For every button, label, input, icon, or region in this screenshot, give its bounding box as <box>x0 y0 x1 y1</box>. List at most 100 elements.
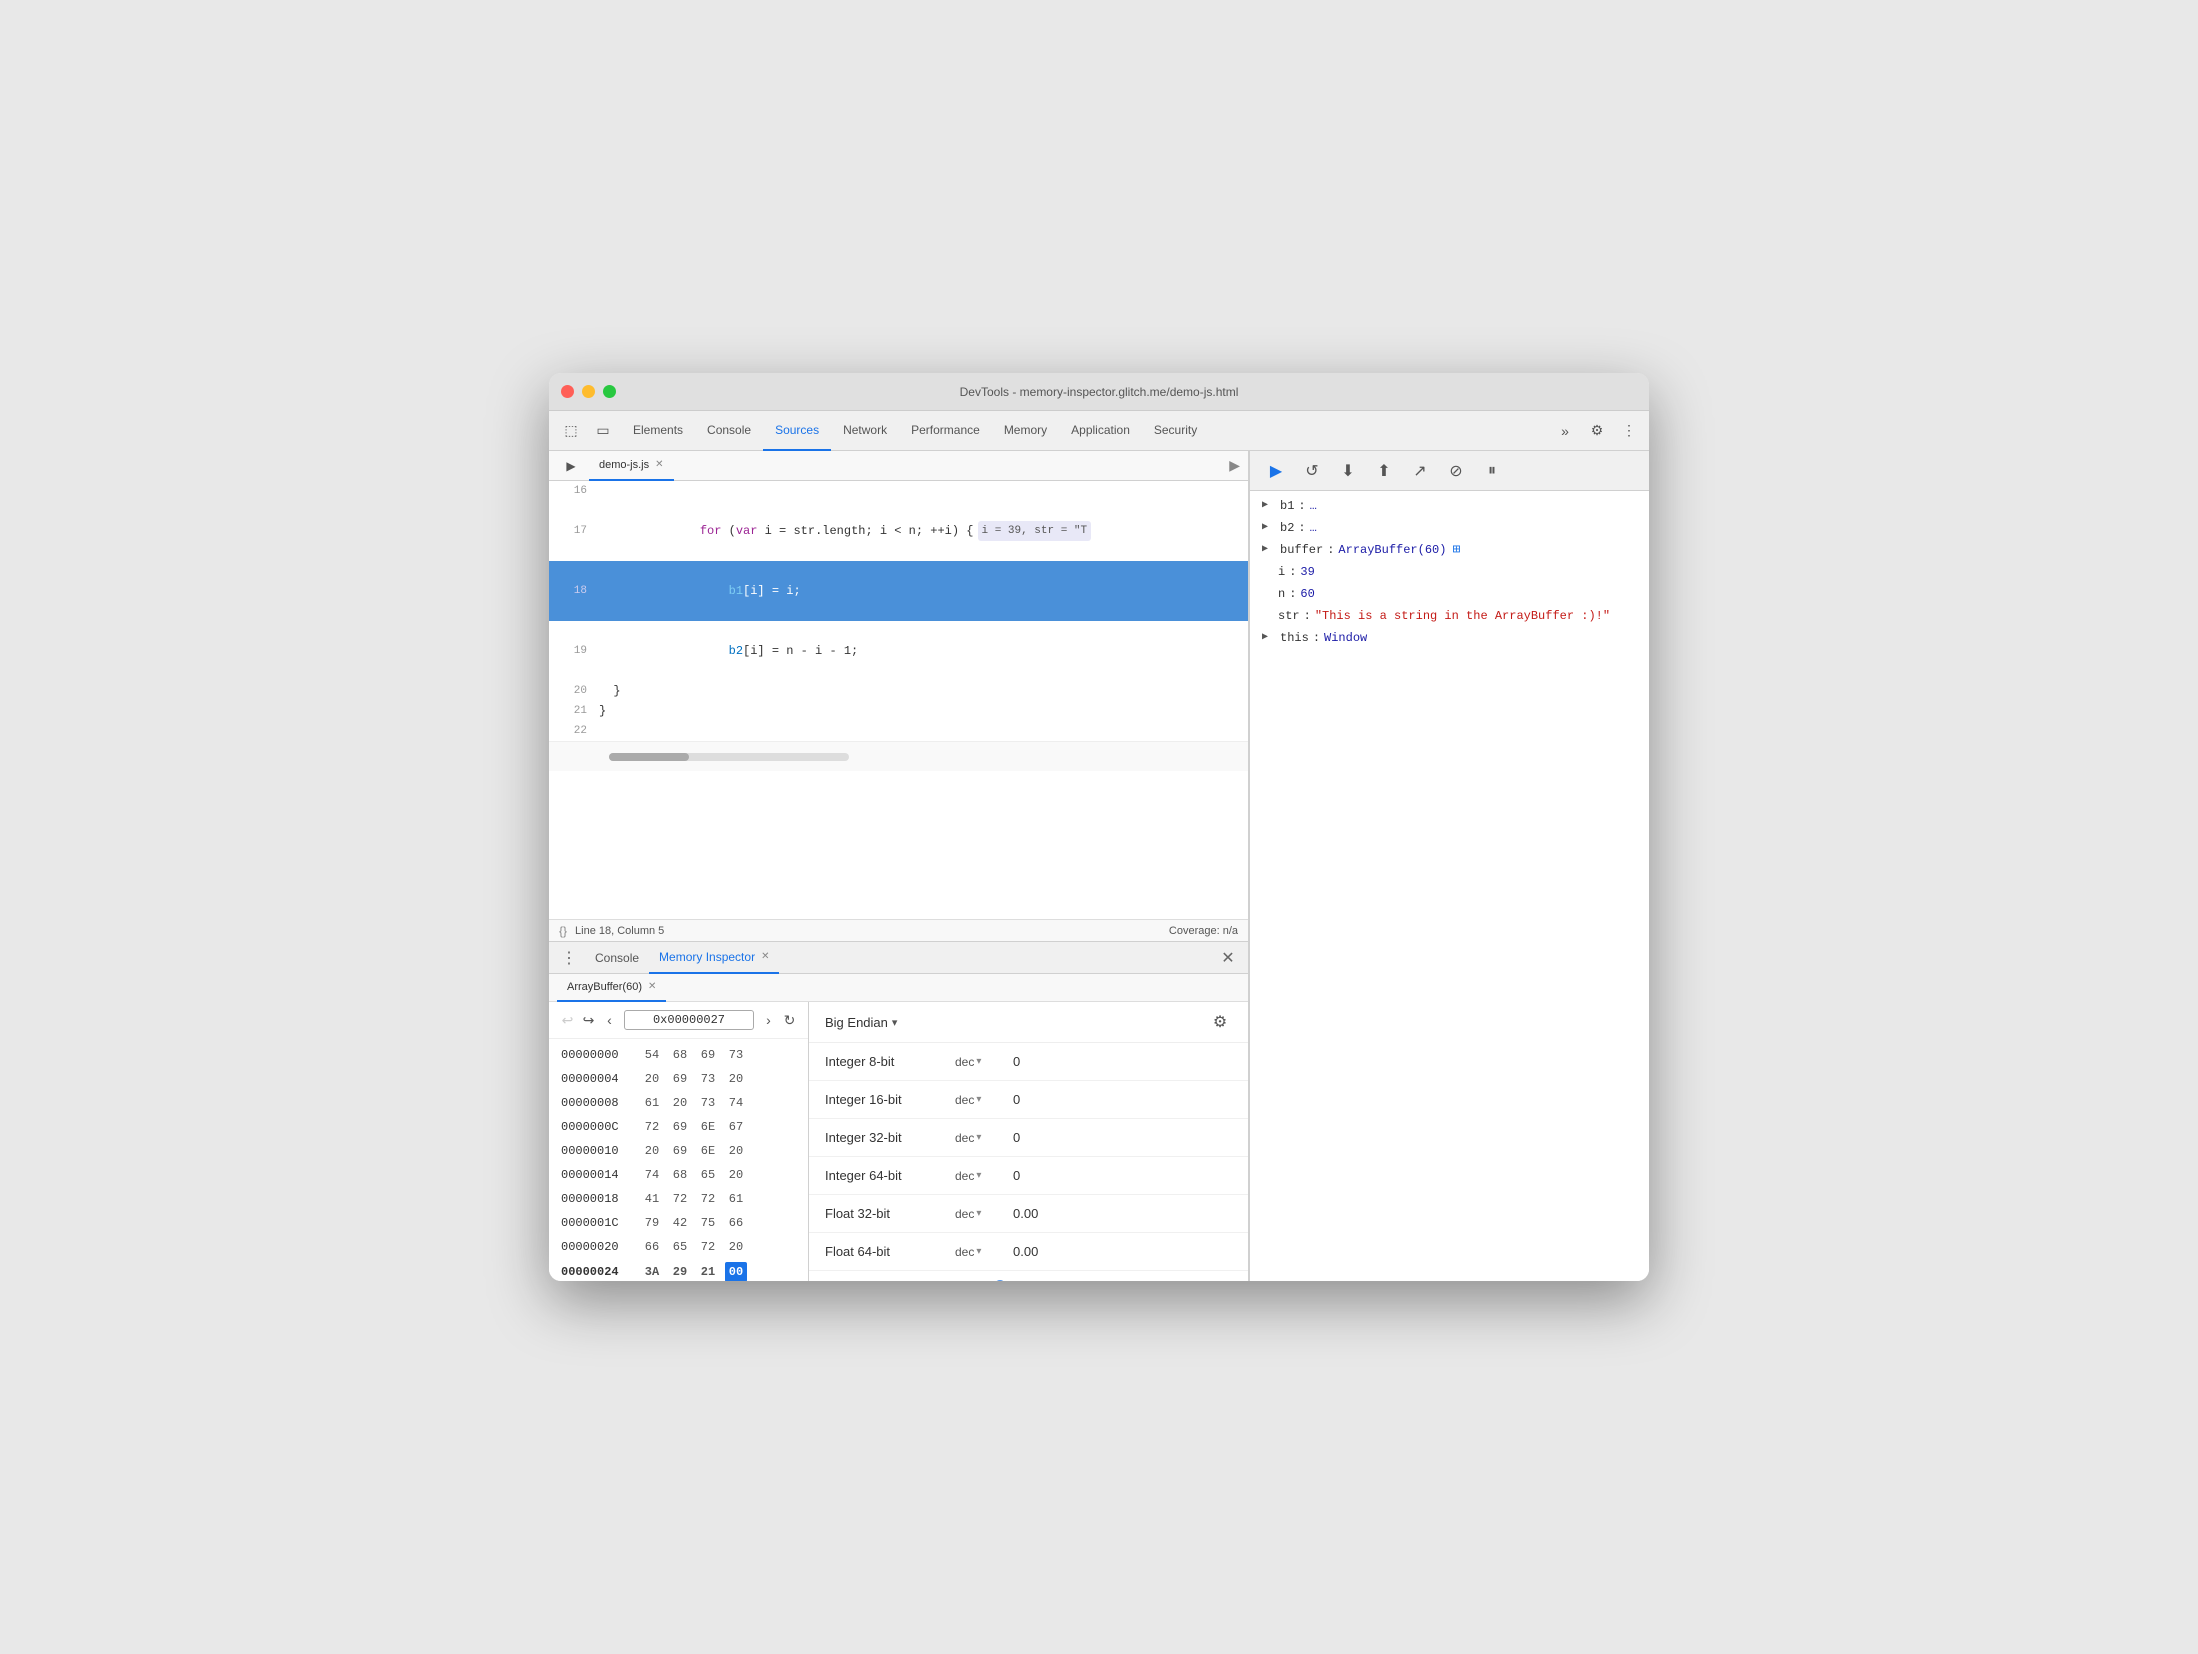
menu-icon[interactable]: ⋮ <box>1617 419 1641 443</box>
memory-inspector-tab-close[interactable]: ✕ <box>761 951 769 962</box>
memory-buffer-tabs: ArrayBuffer(60) ✕ <box>549 974 1248 1002</box>
right-panel: ▶ ↺ ⬇ ⬆ ↗ ⊘ ⏸ ▶ b1 : … <box>1249 451 1649 1281</box>
cursor-icon[interactable]: ⬚ <box>557 417 585 445</box>
var-arrow-buffer: ▶ <box>1262 539 1276 561</box>
hex-row-24: 00000024 3A 29 21 00 : <box>549 1259 808 1281</box>
code-line-22: 22 <box>549 721 1248 741</box>
var-arrow-b1: ▶ <box>1262 495 1276 517</box>
hex-row-8: 00000008 61 20 73 74 a <box>549 1091 808 1115</box>
hex-row-10: 00000010 20 69 6E 20 <box>549 1139 808 1163</box>
hex-refresh-btn[interactable]: ↻ <box>783 1008 796 1032</box>
endian-select[interactable]: Big Endian ▾ <box>825 1015 897 1030</box>
main-area: ▶ demo-js.js ✕ ▶ 16 <box>549 451 1649 1281</box>
mi-format-int32[interactable]: dec ▾ <box>955 1131 1005 1145</box>
code-line-18: 18 b1[i] = i; <box>549 561 1248 621</box>
source-tab-more-icon[interactable]: ▶ <box>1229 457 1240 474</box>
mi-values: Integer 8-bit dec ▾ 0 <box>809 1043 1248 1281</box>
tab-memory-inspector-bottom[interactable]: Memory Inspector ✕ <box>649 942 779 974</box>
tab-elements[interactable]: Elements <box>621 411 695 451</box>
mi-settings-icon[interactable]: ⚙ <box>1208 1010 1232 1034</box>
buffer-memory-icon[interactable]: ⊞ <box>1452 539 1460 561</box>
mi-row-float32: Float 32-bit dec ▾ 0.00 <box>809 1195 1248 1233</box>
tab-security[interactable]: Security <box>1142 411 1209 451</box>
tab-memory[interactable]: Memory <box>992 411 1059 451</box>
code-line-21: 21 } <box>549 701 1248 721</box>
title-bar: DevTools - memory-inspector.glitch.me/de… <box>549 373 1649 411</box>
var-row-n[interactable]: n : 60 <box>1250 583 1649 605</box>
var-row-str[interactable]: str : "This is a string in the ArrayBuff… <box>1250 605 1649 627</box>
maximize-button[interactable] <box>603 385 616 398</box>
tab-application[interactable]: Application <box>1059 411 1142 451</box>
mi-format-int8[interactable]: dec ▾ <box>955 1055 1005 1069</box>
top-nav: ⬚ ▭ Elements Console Sources Network Per… <box>549 411 1649 451</box>
tab-sources[interactable]: Sources <box>763 411 831 451</box>
source-tabs: ▶ demo-js.js ✕ ▶ <box>549 451 1248 481</box>
more-tabs-icon[interactable]: » <box>1553 419 1577 443</box>
mi-right-panel: Big Endian ▾ ⚙ Integer 8-bit <box>808 1002 1248 1281</box>
code-area: 16 17 for (var i = str.length; i < n; ++… <box>549 481 1248 919</box>
hex-next-btn[interactable]: › <box>762 1008 775 1032</box>
tab-console[interactable]: Console <box>695 411 763 451</box>
tab-performance[interactable]: Performance <box>899 411 992 451</box>
hex-row-4: 00000004 20 69 73 20 <box>549 1067 808 1091</box>
hex-panel: ↩ ↪ ‹ › ↻ <box>549 1002 808 1281</box>
debug-pause-btn[interactable]: ↺ <box>1298 457 1326 485</box>
hex-toolbar: ↩ ↪ ‹ › ↻ <box>549 1002 808 1039</box>
debug-step-into-btn[interactable]: ⬆ <box>1370 457 1398 485</box>
mi-row-ptr32: Pointer 32-bit 0x0 <box>809 1271 1248 1281</box>
mi-format-float32[interactable]: dec ▾ <box>955 1207 1005 1221</box>
hex-row-c: 0000000C 72 69 6E 67 r <box>549 1115 808 1139</box>
devtools-body: ⬚ ▭ Elements Console Sources Network Per… <box>549 411 1649 1281</box>
hex-prev-btn[interactable]: ‹ <box>603 1008 616 1032</box>
code-scrollbar-thumb[interactable] <box>609 753 689 761</box>
hex-rows: 00000000 54 68 69 73 T <box>549 1039 808 1281</box>
code-line-20: 20 } <box>549 681 1248 701</box>
mi-format-int16[interactable]: dec ▾ <box>955 1093 1005 1107</box>
buffer-tab-arraybuffer[interactable]: ArrayBuffer(60) ✕ <box>557 974 666 1002</box>
debug-deactivate-btn[interactable]: ⊘ <box>1442 457 1470 485</box>
code-line-17: 17 for (var i = str.length; i < n; ++i) … <box>549 501 1248 561</box>
hex-row-18: 00000018 41 72 72 61 A <box>549 1187 808 1211</box>
var-row-buffer[interactable]: ▶ buffer : ArrayBuffer(60) ⊞ <box>1250 539 1649 561</box>
hex-row-0: 00000000 54 68 69 73 T <box>549 1043 808 1067</box>
bottom-tabs: ⋮ Console Memory Inspector ✕ ✕ <box>549 942 1248 974</box>
mi-format-float64[interactable]: dec ▾ <box>955 1245 1005 1259</box>
device-icon[interactable]: ▭ <box>589 417 617 445</box>
left-panel: ▶ demo-js.js ✕ ▶ 16 <box>549 451 1249 1281</box>
source-tab-demo-js[interactable]: demo-js.js ✕ <box>589 451 674 481</box>
hex-back-btn[interactable]: ↩ <box>561 1008 574 1032</box>
window-title: DevTools - memory-inspector.glitch.me/de… <box>960 385 1239 399</box>
settings-icon[interactable]: ⚙ <box>1585 419 1609 443</box>
bottom-tab-menu[interactable]: ⋮ <box>557 946 581 970</box>
bottom-panel-close[interactable]: ✕ <box>1216 946 1240 970</box>
debug-resume-btn[interactable]: ▶ <box>1262 457 1290 485</box>
source-tab-close[interactable]: ✕ <box>655 459 663 470</box>
tab-network[interactable]: Network <box>831 411 899 451</box>
memory-hex-area: ↩ ↪ ‹ › ↻ <box>549 1002 1248 1281</box>
tab-console-bottom[interactable]: Console <box>585 942 649 974</box>
close-button[interactable] <box>561 385 574 398</box>
var-row-i[interactable]: i : 39 <box>1250 561 1649 583</box>
var-tree: ▶ b1 : … ▶ b2 : … ▶ buffer : <box>1250 491 1649 1281</box>
var-row-b2[interactable]: ▶ b2 : … <box>1250 517 1649 539</box>
minimize-button[interactable] <box>582 385 595 398</box>
var-row-this[interactable]: ▶ this : Window <box>1250 627 1649 649</box>
code-line-19: 19 b2[i] = n - i - 1; <box>549 621 1248 681</box>
buffer-tab-close[interactable]: ✕ <box>648 981 656 992</box>
debug-step-over-btn[interactable]: ⬇ <box>1334 457 1362 485</box>
debug-step-out-btn[interactable]: ↗ <box>1406 457 1434 485</box>
endian-dropdown-icon: ▾ <box>892 1016 898 1029</box>
devtools-window: DevTools - memory-inspector.glitch.me/de… <box>549 373 1649 1281</box>
mi-row-int8: Integer 8-bit dec ▾ 0 <box>809 1043 1248 1081</box>
code-scrollbar[interactable] <box>549 741 1248 771</box>
source-nav-icon[interactable]: ▶ <box>557 452 585 480</box>
debug-pause-exceptions-btn[interactable]: ⏸ <box>1478 457 1506 485</box>
var-row-b1[interactable]: ▶ b1 : … <box>1250 495 1649 517</box>
status-position: Line 18, Column 5 <box>575 925 664 937</box>
debug-toolbar: ▶ ↺ ⬇ ⬆ ↗ ⊘ ⏸ <box>1250 451 1649 491</box>
mi-row-int64: Integer 64-bit dec ▾ 0 <box>809 1157 1248 1195</box>
hex-forward-btn[interactable]: ↪ <box>582 1008 595 1032</box>
hex-row-20: 00000020 66 65 72 20 f <box>549 1235 808 1259</box>
mi-format-int64[interactable]: dec ▾ <box>955 1169 1005 1183</box>
hex-address-input[interactable] <box>624 1010 754 1030</box>
